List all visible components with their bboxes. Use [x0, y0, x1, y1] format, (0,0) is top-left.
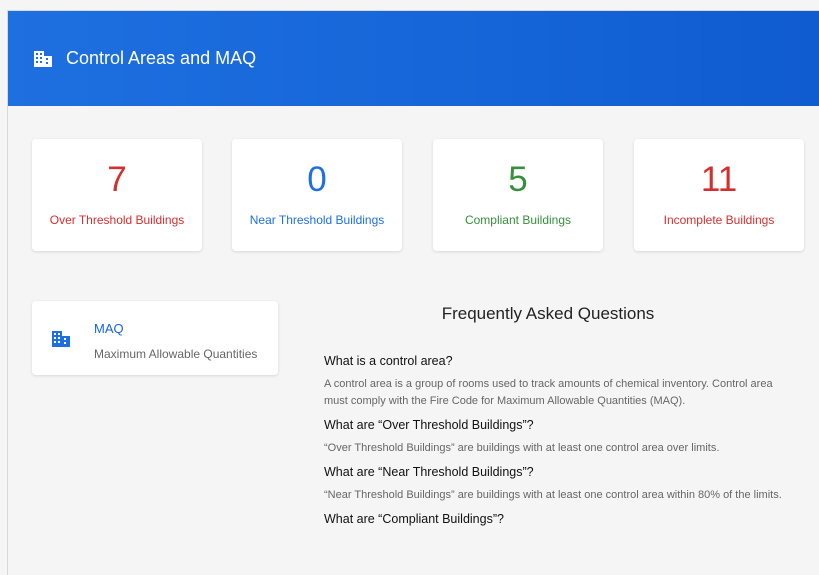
stat-label: Over Threshold Buildings — [49, 213, 185, 227]
maq-subtitle: Maximum Allowable Quantities — [94, 347, 258, 361]
stat-label: Incomplete Buildings — [663, 213, 775, 227]
maq-card[interactable]: MAQ Maximum Allowable Quantities — [32, 301, 278, 375]
stat-value: 5 — [508, 160, 528, 199]
building-icon — [34, 51, 52, 67]
stat-label: Compliant Buildings — [464, 213, 572, 227]
stat-card-incomplete[interactable]: 11 Incomplete Buildings — [634, 139, 804, 251]
page-title: Control Areas and MAQ — [66, 48, 257, 68]
stat-label: Near Threshold Buildings — [249, 213, 385, 227]
stat-value: 7 — [107, 160, 127, 199]
stat-value: 11 — [700, 160, 738, 199]
page-frame: Control Areas and MAQ 7 Over Threshold B… — [7, 10, 819, 575]
faq-question: What are “Near Threshold Buildings”? — [324, 465, 534, 479]
faq-answer: A control area is a group of rooms used … — [324, 378, 773, 407]
faq-title: Frequently Asked Questions — [441, 304, 655, 323]
faq-answer: “Over Threshold Buildings” are buildings… — [324, 442, 720, 454]
building-icon — [52, 331, 70, 347]
faq-question: What are “Over Threshold Buildings”? — [324, 418, 534, 432]
faq-question: What is a control area? — [324, 354, 453, 368]
faq-question: What are “Compliant Buildings”? — [324, 512, 504, 526]
stat-card-compliant[interactable]: 5 Compliant Buildings — [433, 139, 603, 251]
maq-title-link[interactable]: MAQ — [94, 321, 124, 336]
faq-answer: “Near Threshold Buildings” are buildings… — [324, 489, 782, 501]
stat-card-over-threshold[interactable]: 7 Over Threshold Buildings — [32, 139, 202, 251]
stat-card-near-threshold[interactable]: 0 Near Threshold Buildings — [232, 139, 402, 251]
page-header: Control Areas and MAQ — [8, 11, 819, 106]
stat-value: 0 — [307, 160, 327, 199]
faq-list: What is a control area? A control area i… — [324, 354, 794, 534]
